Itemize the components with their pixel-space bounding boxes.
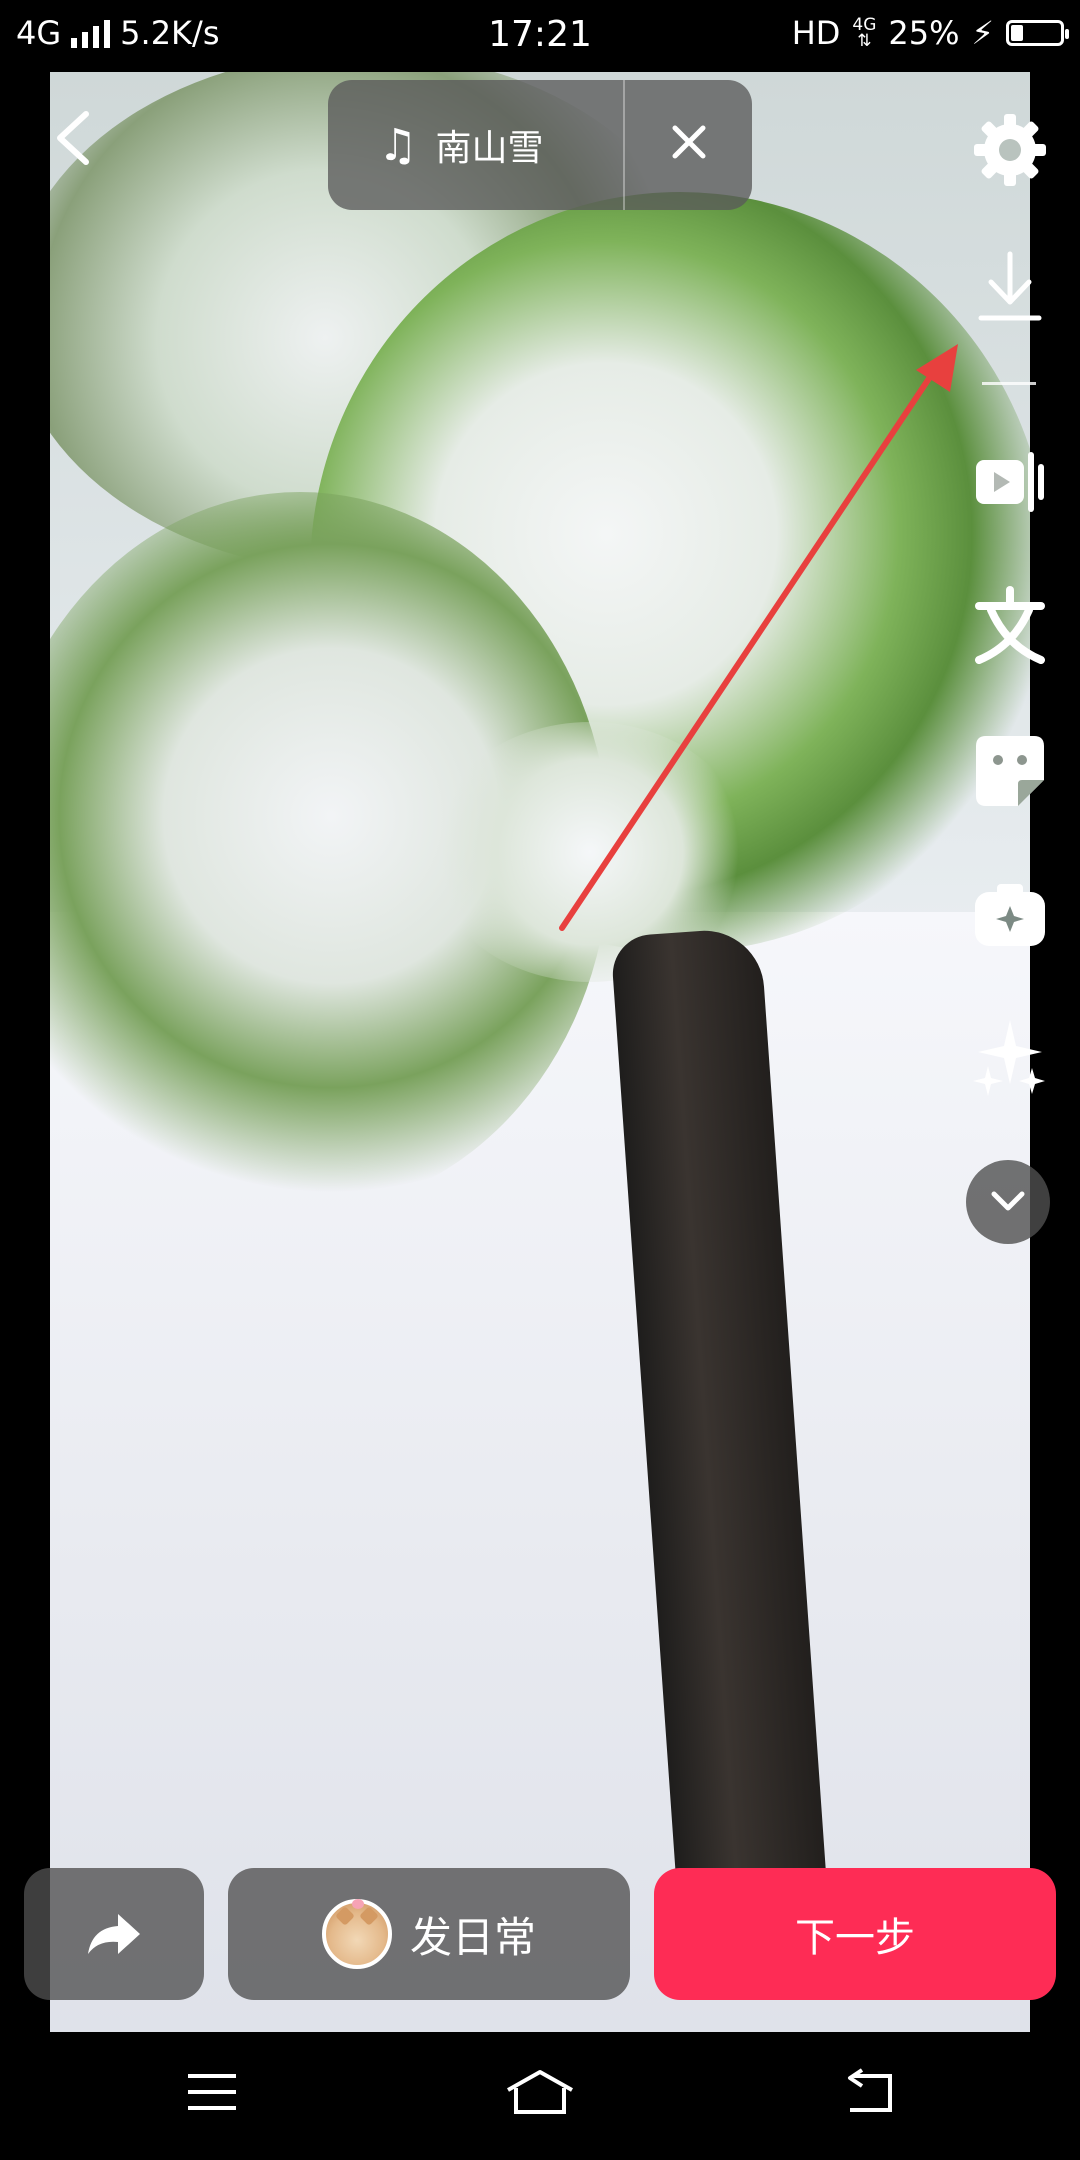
hd-badge: HD	[791, 14, 841, 52]
share-button[interactable]	[24, 1868, 204, 2000]
avatar-ear	[335, 1906, 355, 1926]
avatar	[321, 1899, 392, 1969]
music-info[interactable]: ♫ 南山雪	[328, 119, 623, 171]
next-step-button[interactable]: 下一步	[654, 1868, 1056, 2000]
battery-icon	[1006, 20, 1069, 46]
sparkle-icon	[973, 1020, 1045, 1096]
chevron-down-icon	[991, 1191, 1025, 1211]
system-nav-bar	[0, 2032, 1080, 2160]
menu-nav-button[interactable]	[162, 2062, 262, 2122]
close-icon	[672, 125, 705, 158]
home-nav-button[interactable]	[490, 2062, 590, 2122]
download-button[interactable]	[960, 238, 1060, 338]
more-tools-button[interactable]	[966, 1160, 1050, 1244]
back-button[interactable]	[46, 108, 100, 168]
post-daily-button[interactable]: 发日常	[228, 1868, 630, 2000]
battery-fill	[1011, 25, 1023, 41]
back-nav-button[interactable]	[818, 2062, 918, 2122]
battery-percent: 25%	[888, 14, 960, 52]
remove-music-button[interactable]	[625, 120, 752, 171]
post-daily-label: 发日常	[409, 1912, 536, 1962]
effects-button[interactable]	[960, 864, 1060, 964]
download-icon	[978, 251, 1042, 321]
video-preview[interactable]	[50, 72, 1030, 2032]
music-note-icon: ♫	[378, 119, 418, 171]
sticker-icon	[976, 736, 1044, 806]
mobile-data-label: 4G	[852, 15, 877, 35]
status-bar: 4G 5.2K/s 17:21 HD 4G ⇅ 25% ⚡	[0, 0, 1080, 72]
home-icon	[507, 2070, 573, 2114]
menu-icon	[188, 2074, 236, 2110]
sticker-button[interactable]	[960, 720, 1060, 820]
share-arrow-icon	[88, 1914, 140, 1954]
avatar-ear	[359, 1906, 379, 1926]
chevron-left-icon	[57, 111, 89, 165]
gear-icon	[974, 114, 1046, 186]
effects-icon	[975, 884, 1045, 946]
beauty-button[interactable]	[960, 1008, 1060, 1108]
next-step-label: 下一步	[795, 1915, 915, 1961]
avatar-bow	[351, 1899, 364, 1909]
text-icon	[975, 586, 1045, 664]
mobile-data-icon: 4G ⇅	[852, 15, 877, 51]
return-icon	[848, 2068, 892, 2112]
bottom-actions: 发日常 下一步	[0, 1868, 1080, 2002]
music-selector[interactable]: ♫ 南山雪	[328, 80, 752, 210]
text-button[interactable]	[960, 576, 1060, 676]
flip-icon	[976, 452, 1044, 512]
music-title: 南山雪	[435, 128, 544, 169]
status-right: HD 4G ⇅ 25% ⚡	[791, 14, 1069, 52]
settings-button[interactable]	[960, 100, 1060, 200]
toolbar-separator	[982, 382, 1036, 385]
charging-icon: ⚡	[971, 14, 994, 52]
flip-button[interactable]	[960, 432, 1060, 532]
